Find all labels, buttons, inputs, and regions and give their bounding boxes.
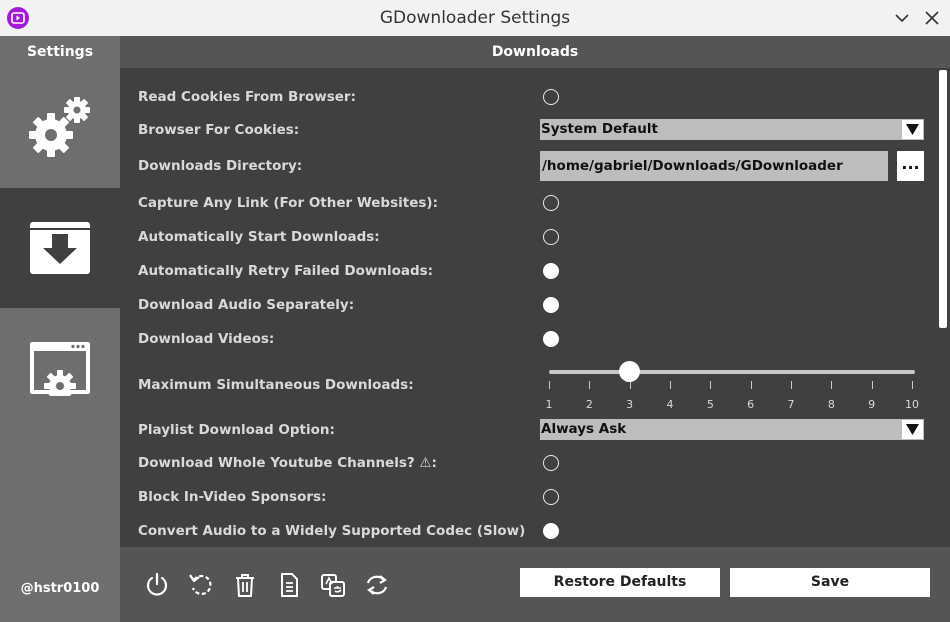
window-title: GDownloader Settings (379, 8, 571, 28)
slider-tick-label: 6 (747, 398, 755, 411)
whole-channels-label: Download Whole Youtube Channels? ⚠: (138, 455, 437, 471)
gears-icon (29, 97, 90, 157)
dropdown-arrow-icon (902, 120, 923, 139)
slider-tick (750, 381, 752, 389)
slider-tick (589, 381, 591, 389)
block-sponsors-toggle[interactable] (543, 489, 559, 505)
trash-icon[interactable] (231, 571, 259, 599)
restore-defaults-button[interactable]: Restore Defaults (520, 568, 720, 597)
downloads-directory-field[interactable]: /home/gabriel/Downloads/GDownloader (540, 151, 888, 181)
slider-tick-label: 3 (626, 398, 634, 411)
capture-any-link-toggle[interactable] (543, 195, 559, 211)
slider-tick-label: 2 (585, 398, 593, 411)
scrollbar[interactable] (939, 70, 947, 328)
read-cookies-toggle[interactable] (543, 89, 559, 105)
slider-tick (710, 381, 712, 389)
dropdown-arrow-icon (902, 420, 923, 439)
browse-directory-button[interactable]: ... (897, 151, 924, 181)
page-title: Downloads (120, 36, 950, 68)
slider-tick (871, 381, 873, 389)
slider-tick-label: 5 (706, 398, 714, 411)
slider-tick (670, 381, 671, 389)
slider-tick (549, 381, 550, 389)
convert-audio-toggle[interactable] (543, 523, 559, 539)
sidebar-title: Settings (26, 44, 94, 60)
convert-audio-label: Convert Audio to a Widely Supported Code… (138, 523, 526, 539)
playlist-option-select[interactable]: Always Ask (540, 419, 924, 440)
sidebar-item-downloads[interactable] (0, 188, 120, 308)
slider-tick (791, 381, 792, 389)
translate-icon[interactable] (319, 571, 347, 599)
auto-retry-label: Automatically Retry Failed Downloads: (138, 263, 434, 279)
slider-tick (629, 381, 631, 389)
slider-tick-label: 8 (827, 398, 835, 411)
block-sponsors-label: Block In-Video Sponsors: (138, 489, 327, 505)
window-gear-icon (30, 342, 90, 396)
slider-tick-label: 10 (905, 398, 919, 411)
browser-cookies-label: Browser For Cookies: (138, 122, 300, 138)
slider-tick-label: 9 (868, 398, 876, 411)
max-simultaneous-label: Maximum Simultaneous Downloads: (138, 377, 414, 393)
settings-panel: Read Cookies From Browser: Browser For C… (120, 68, 950, 547)
downloads-directory-label: Downloads Directory: (138, 158, 303, 174)
slider-tick (831, 381, 833, 389)
sync-icon[interactable] (363, 571, 391, 599)
sidebar-item-general[interactable] (0, 68, 120, 188)
close-icon[interactable] (923, 9, 941, 27)
username-label: @hstr0100 (20, 581, 100, 596)
document-icon[interactable] (275, 571, 303, 599)
sidebar-item-interface[interactable] (0, 308, 120, 428)
slider-handle[interactable] (619, 361, 641, 382)
save-button[interactable]: Save (730, 568, 930, 597)
audio-separately-label: Download Audio Separately: (138, 297, 355, 313)
auto-retry-toggle[interactable] (543, 263, 559, 279)
audio-separately-toggle[interactable] (543, 297, 559, 313)
slider-tick (912, 381, 913, 389)
slider-tick-label: 7 (787, 398, 795, 411)
download-videos-toggle[interactable] (543, 331, 559, 347)
bottom-toolbar: Restore Defaults Save (120, 547, 950, 622)
whole-channels-toggle[interactable] (543, 455, 559, 471)
max-simultaneous-slider[interactable] (549, 370, 915, 374)
capture-any-link-label: Capture Any Link (For Other Websites): (138, 195, 438, 211)
chevron-down-icon[interactable] (893, 9, 911, 27)
download-icon (30, 222, 90, 274)
download-videos-label: Download Videos: (138, 331, 275, 347)
auto-start-label: Automatically Start Downloads: (138, 229, 380, 245)
auto-start-toggle[interactable] (543, 229, 559, 245)
refresh-icon[interactable] (187, 571, 215, 599)
slider-tick-label: 1 (545, 398, 553, 411)
playlist-option-value: Always Ask (541, 421, 627, 437)
title-bar: GDownloader Settings (0, 0, 950, 36)
sidebar: Settings @hstr0100 (0, 36, 120, 622)
playlist-option-label: Playlist Download Option: (138, 422, 335, 438)
slider-tick-label: 4 (666, 398, 674, 411)
browser-cookies-select[interactable]: System Default (540, 119, 924, 140)
browser-cookies-value: System Default (541, 121, 658, 137)
read-cookies-label: Read Cookies From Browser: (138, 89, 356, 105)
power-icon[interactable] (143, 571, 171, 599)
